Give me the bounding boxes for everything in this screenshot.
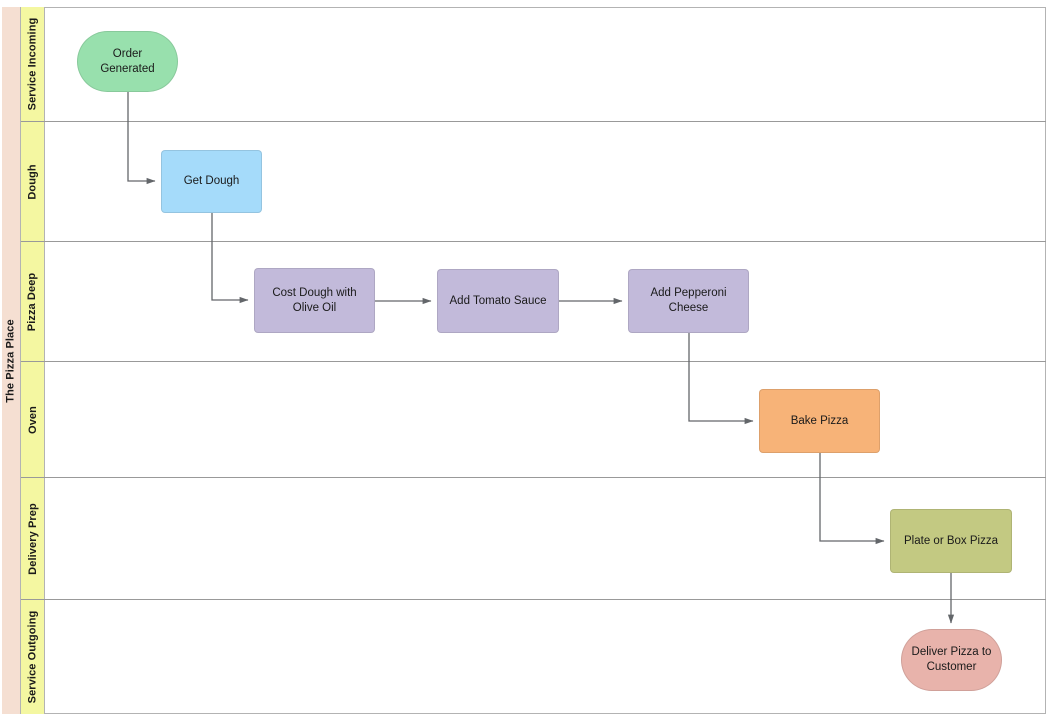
pool-header[interactable]: The Pizza Place: [2, 7, 21, 714]
node-label-order-generated: Order Generated: [100, 47, 155, 75]
lane-header-dough[interactable]: Dough: [21, 122, 45, 241]
swimlane-diagram-canvas: Service Incoming Dough Pizza Deep Oven Deliv…: [0, 0, 1053, 722]
lane-label-delivery-prep: Delivery Prep: [26, 502, 39, 575]
node-label-add-pepperoni-cheese: Add Pepperoni Cheese: [650, 287, 727, 314]
lane-header-service-incoming[interactable]: Service Incoming: [21, 7, 45, 121]
node-label-bake-pizza: Bake Pizza: [790, 414, 849, 427]
lane-label-oven: Oven: [26, 405, 39, 434]
node-add-pepperoni-cheese[interactable]: Add Pepperoni Cheese: [628, 269, 749, 333]
pool-title: The Pizza Place: [5, 318, 17, 403]
lane-oven[interactable]: Oven: [21, 362, 1046, 478]
lane-label-dough: Dough: [26, 163, 39, 200]
node-label-add-tomato-sauce: Add Tomato Sauce: [449, 294, 547, 307]
node-get-dough[interactable]: Get Dough: [161, 150, 262, 213]
lane-header-delivery-prep[interactable]: Delivery Prep: [21, 478, 45, 599]
lane-label-service-incoming: Service Incoming: [26, 17, 39, 111]
node-label-get-dough: Get Dough: [183, 175, 240, 188]
lane-header-pizza-deep[interactable]: Pizza Deep: [21, 242, 45, 361]
node-plate-or-box-pizza[interactable]: Plate or Box Pizza: [890, 509, 1012, 573]
node-deliver-pizza[interactable]: Deliver Pizza to Customer: [901, 629, 1002, 691]
lane-label-service-outgoing: Service Outgoing: [26, 610, 39, 704]
node-bake-pizza[interactable]: Bake Pizza: [759, 389, 880, 453]
node-cost-dough-olive-oil[interactable]: Cost Dough with Olive Oil: [254, 268, 375, 333]
node-label-cost-dough-olive-oil: Cost Dough with Olive Oil: [272, 286, 357, 314]
node-order-generated[interactable]: Order Generated: [77, 31, 178, 92]
lane-label-pizza-deep: Pizza Deep: [26, 272, 39, 331]
node-label-plate-or-box-pizza: Plate or Box Pizza: [904, 534, 998, 547]
node-add-tomato-sauce[interactable]: Add Tomato Sauce: [437, 269, 559, 333]
node-label-deliver-pizza: Deliver Pizza to Customer: [911, 646, 992, 673]
lane-header-service-outgoing[interactable]: Service Outgoing: [21, 600, 45, 714]
lane-header-oven[interactable]: Oven: [21, 362, 45, 477]
lane-service-outgoing[interactable]: Service Outgoing: [21, 600, 1046, 714]
